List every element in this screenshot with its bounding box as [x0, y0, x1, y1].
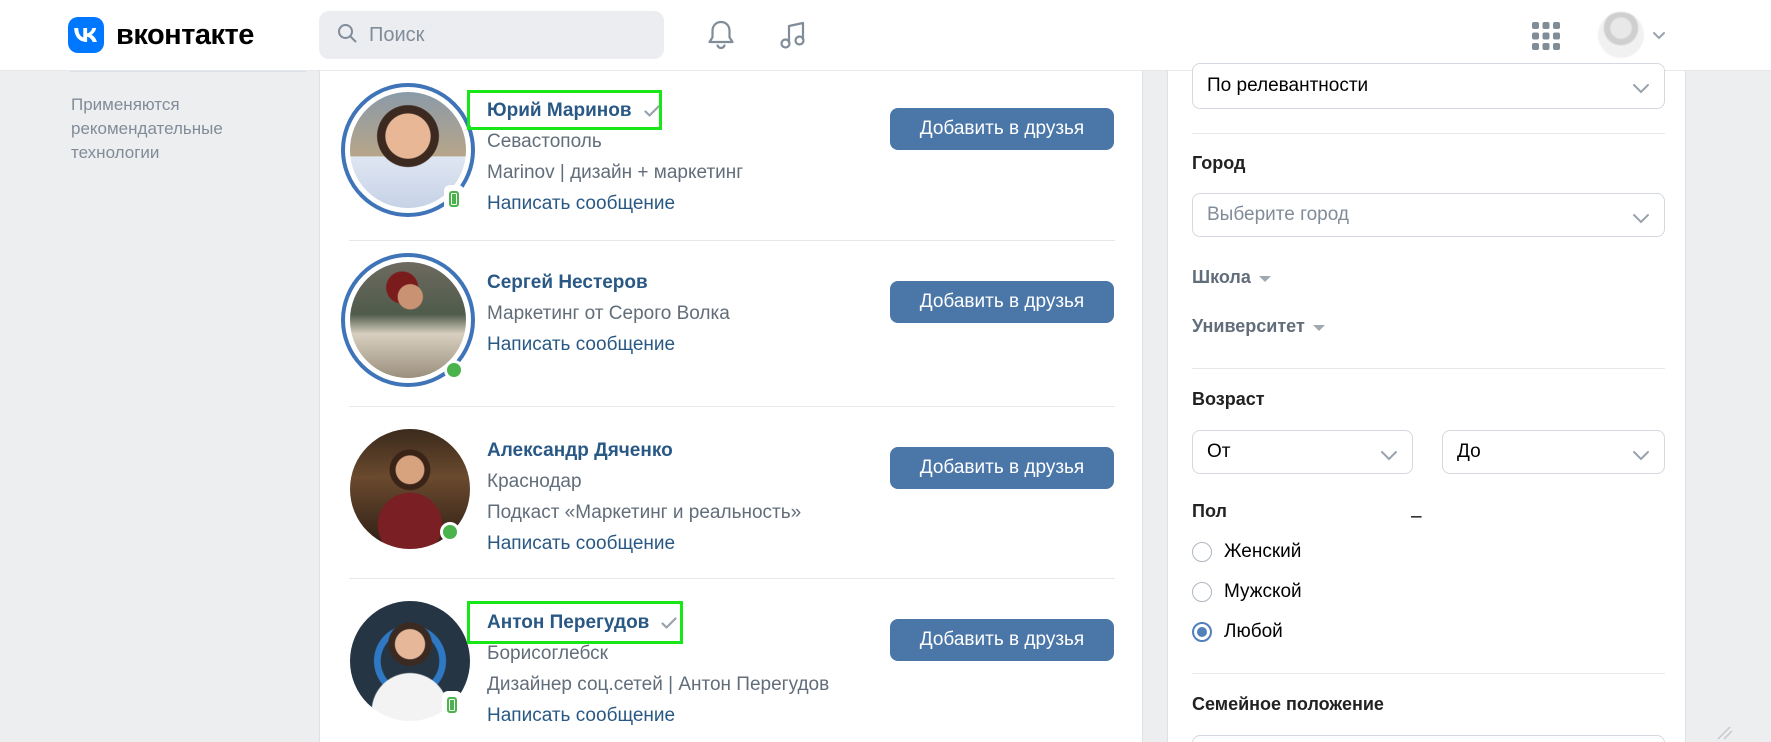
add-friend-button[interactable]: Добавить в друзья	[890, 619, 1114, 661]
person-name-text[interactable]: Сергей Нестеров	[487, 272, 648, 294]
city-placeholder: Выберите город	[1207, 204, 1349, 225]
university-dropdown[interactable]: Университет	[1192, 316, 1325, 337]
chevron-down-icon	[1632, 78, 1650, 100]
vk-logo-icon	[68, 17, 104, 53]
sort-select[interactable]: По релевантности	[1192, 63, 1665, 109]
person-info: Marinov | дизайн + маркетинг	[487, 162, 744, 183]
filter-divider	[1192, 673, 1665, 674]
list-item: Антон Перегудов Борисоглебск Дизайнер со…	[320, 579, 1144, 742]
chevron-down-icon	[1632, 445, 1650, 467]
dropdown-arrow-icon	[1258, 275, 1271, 282]
search-box[interactable]	[319, 11, 664, 59]
city-label: Город	[1192, 153, 1246, 173]
mobile-online-icon	[444, 185, 464, 213]
online-status-icon	[444, 360, 464, 380]
gender-label: Пол	[1192, 501, 1227, 521]
university-label: Университет	[1192, 316, 1305, 336]
person-info: Дизайнер соц.сетей | Антон Перегудов	[487, 674, 830, 695]
online-status-icon	[440, 522, 460, 542]
mobile-online-icon	[442, 691, 462, 719]
highlight-box	[467, 90, 662, 130]
gender-option-any[interactable]: Любой	[1192, 621, 1283, 643]
radio-button[interactable]	[1192, 542, 1212, 562]
vk-logo[interactable]: вконтакте	[68, 17, 254, 53]
people-list: Юрий Маринов Севастополь Marinov | дизай…	[319, 71, 1143, 742]
marital-status-label: Семейное положение	[1192, 694, 1384, 714]
person-city: Борисоглебск	[487, 643, 608, 664]
add-friend-button[interactable]: Добавить в друзья	[890, 108, 1114, 150]
radio-button-selected[interactable]	[1192, 622, 1212, 642]
add-friend-button[interactable]: Добавить в друзья	[890, 281, 1114, 323]
list-item: Александр Дяченко Краснодар Подкаст «Мар…	[320, 407, 1144, 579]
school-label: Школа	[1192, 267, 1251, 287]
chevron-down-icon[interactable]	[1652, 27, 1666, 45]
sidebar-divider	[70, 71, 306, 72]
highlight-box	[467, 601, 683, 644]
top-header: вконтакте	[0, 0, 1771, 71]
dropdown-arrow-icon	[1312, 324, 1325, 331]
profile-avatar[interactable]	[1598, 12, 1644, 58]
filter-divider	[1192, 368, 1665, 369]
gender-option-label: Мужской	[1224, 581, 1302, 602]
send-message-link[interactable]: Написать сообщение	[487, 705, 675, 727]
list-item: Сергей Нестеров Маркетинг от Серого Волк…	[320, 241, 1144, 407]
radio-button[interactable]	[1192, 582, 1212, 602]
person-info: Маркетинг от Серого Волка	[487, 303, 730, 324]
logo-text: вконтакте	[116, 18, 254, 51]
marital-status-select[interactable]	[1192, 735, 1665, 742]
person-name-text[interactable]: Александр Дяченко	[487, 440, 673, 462]
person-name[interactable]: Александр Дяченко	[487, 440, 673, 462]
add-friend-button[interactable]: Добавить в друзья	[890, 447, 1114, 489]
person-name[interactable]: Сергей Нестеров	[487, 272, 648, 294]
gender-option-female[interactable]: Женский	[1192, 541, 1301, 563]
search-filters: По релевантности Город Выберите город Шк…	[1167, 63, 1686, 742]
send-message-link[interactable]: Написать сообщение	[487, 193, 675, 215]
sort-value: По релевантности	[1207, 75, 1369, 96]
send-message-link[interactable]: Написать сообщение	[487, 533, 675, 555]
list-item: Юрий Маринов Севастополь Marinov | дизай…	[320, 71, 1144, 241]
age-from-value: От	[1207, 441, 1231, 462]
gender-option-label: Женский	[1224, 541, 1302, 562]
gender-option-label: Любой	[1224, 621, 1283, 642]
age-from-select[interactable]: От	[1192, 430, 1413, 474]
search-input[interactable]	[369, 23, 649, 47]
apps-grid-icon[interactable]	[1530, 20, 1562, 52]
filter-divider	[1192, 133, 1665, 134]
send-message-link[interactable]: Написать сообщение	[487, 334, 675, 356]
age-to-select[interactable]: До	[1442, 430, 1665, 474]
person-city: Севастополь	[487, 131, 602, 152]
city-select[interactable]: Выберите город	[1192, 193, 1665, 237]
recommendation-note: Применяются рекомендательные технологии	[71, 95, 223, 162]
search-icon	[337, 23, 357, 48]
person-info: Подкаст «Маркетинг и реальность»	[487, 502, 802, 523]
age-range-separator: –	[1411, 506, 1422, 527]
chevron-down-icon	[1632, 208, 1650, 230]
school-dropdown[interactable]: Школа	[1192, 267, 1271, 288]
chevron-down-icon	[1380, 445, 1398, 467]
age-to-value: До	[1457, 441, 1481, 462]
resize-handle-icon[interactable]	[1716, 726, 1734, 742]
bell-icon[interactable]	[702, 16, 740, 54]
music-icon[interactable]	[774, 16, 812, 54]
age-label: Возраст	[1192, 389, 1265, 409]
person-city: Краснодар	[487, 471, 582, 492]
gender-option-male[interactable]: Мужской	[1192, 581, 1302, 603]
